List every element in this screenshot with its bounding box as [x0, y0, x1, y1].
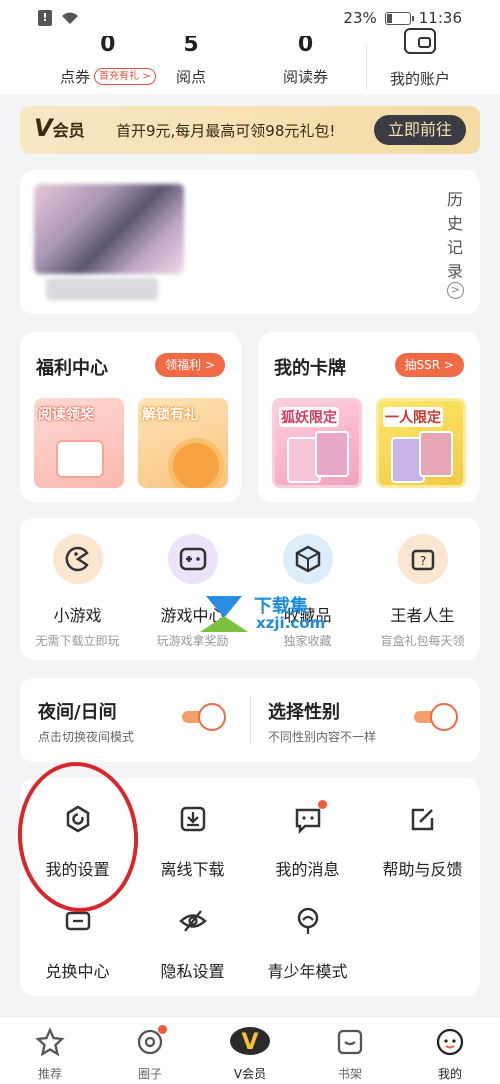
night-mode-toggle[interactable] — [182, 702, 226, 731]
battery-percent: 23% — [343, 9, 377, 27]
vip-banner[interactable]: V会员 首开9元,每月最高可领98元礼包! 立即前往 — [20, 106, 480, 154]
gamepad-icon — [167, 534, 218, 584]
download-icon — [178, 804, 208, 834]
read-points[interactable]: 5 阅点 — [176, 36, 206, 87]
welfare-title: 福利中心 — [36, 358, 108, 379]
eye-off-icon — [178, 906, 208, 936]
mode-toggles-card: 夜间/日间 点击切换夜间模式 选择性别 不同性别内容不一样 — [20, 678, 480, 762]
offline-download-item[interactable]: 离线下载 — [135, 804, 250, 880]
teen-mode-item[interactable]: 青少年模式 — [250, 906, 365, 982]
coupon-label: 点券 — [60, 68, 91, 86]
profile-face-icon — [435, 1027, 465, 1057]
unlock-gift-tile[interactable]: 解锁有礼 — [138, 398, 228, 488]
gender-title: 选择性别 — [268, 702, 340, 723]
my-account[interactable]: 我的账户 — [390, 28, 451, 89]
read-vouchers-label: 阅读券 — [283, 68, 329, 86]
coupon-balance[interactable]: 0 点券 首充有礼 > — [60, 36, 156, 87]
draw-ssr-button[interactable]: 抽SSR > — [394, 353, 464, 377]
read-points-label: 阅点 — [176, 68, 207, 86]
mini-apps-card: 小游戏 无需下载立即玩 游戏中心 玩游戏拿奖励 收藏品 独家收藏 ? 王者人生 … — [20, 518, 480, 660]
coupon-value: 0 — [100, 36, 116, 54]
star-icon — [35, 1027, 65, 1057]
unread-dot — [158, 1025, 167, 1034]
vip-promo-text: 首开9元,每月最高可领98元礼包! — [116, 122, 336, 140]
unread-dot — [317, 800, 327, 809]
nav-recommend[interactable]: 推荐 — [0, 1027, 100, 1082]
night-mode-sub: 点击切换夜间模式 — [38, 730, 135, 744]
gift-box-icon — [56, 440, 104, 478]
king-life-entry[interactable]: ? 王者人生 盲盒礼包每天领 — [365, 534, 480, 649]
sim-icon: ! — [38, 10, 52, 26]
bottom-nav: 推荐 圈子 V V会员 书架 我的 — [0, 1016, 500, 1084]
read-vouchers-value: 0 — [297, 36, 314, 54]
pacman-icon — [52, 534, 103, 584]
fox-limited-tile[interactable]: 狐妖限定 — [272, 398, 362, 488]
divider — [366, 44, 367, 90]
mini-game-entry[interactable]: 小游戏 无需下载立即玩 — [20, 534, 135, 649]
watermark-logo: 下载集 xzji.com — [196, 592, 346, 636]
yiren-limited-tile[interactable]: 一人限定 — [376, 398, 466, 488]
nav-vip[interactable]: V V会员 — [200, 1027, 300, 1082]
nav-mine[interactable]: 我的 — [400, 1027, 500, 1082]
chevron-right-icon[interactable]: > — [447, 282, 464, 299]
vip-logo: V会员 — [34, 114, 85, 142]
nav-circle[interactable]: 圈子 — [100, 1025, 200, 1082]
read-points-value: 5 — [183, 36, 199, 54]
message-icon — [293, 800, 327, 835]
claim-welfare-button[interactable]: 领福利 > — [155, 353, 225, 377]
vip-icon: V — [230, 1027, 270, 1057]
help-feedback-item[interactable]: 帮助与反馈 — [365, 804, 480, 880]
cube-icon — [282, 534, 333, 584]
history-label[interactable]: 历史记录 — [446, 188, 464, 284]
my-messages-item[interactable]: 我的消息 — [250, 800, 365, 880]
svg-text:V: V — [241, 1030, 258, 1055]
reading-reward-tile[interactable]: 阅读领奖 — [34, 398, 124, 488]
circle-icon — [135, 1025, 167, 1057]
my-account-label: 我的账户 — [390, 70, 451, 88]
battery-icon — [384, 11, 414, 25]
cards-title: 我的卡牌 — [274, 358, 346, 379]
card-illustration — [419, 431, 453, 477]
nav-bookshelf[interactable]: 书架 — [300, 1027, 400, 1082]
edit-icon — [408, 804, 438, 834]
bookshelf-icon — [335, 1027, 365, 1057]
book-cover-thumbnail[interactable] — [34, 184, 184, 274]
coin-icon — [168, 438, 224, 488]
vip-go-button[interactable]: 立即前往 — [374, 115, 466, 145]
gender-sub: 不同性别内容不一样 — [268, 730, 377, 744]
first-recharge-badge[interactable]: 首充有礼 > — [94, 68, 156, 85]
night-mode-title: 夜间/日间 — [38, 702, 117, 723]
wallet-icon — [404, 28, 436, 54]
book-title-blurred — [46, 278, 158, 300]
my-cards-card: 我的卡牌 抽SSR > 狐妖限定 一人限定 — [258, 332, 480, 502]
svg-text:?: ? — [419, 554, 425, 568]
welfare-center-card: 福利中心 领福利 > 阅读领奖 解锁有礼 — [20, 332, 241, 502]
clock: 11:36 — [418, 9, 462, 27]
redeem-center-item[interactable]: 兑换中心 — [20, 906, 135, 982]
account-summary: 0 点券 首充有礼 > 5 阅点 0 阅读券 我的账户 — [0, 28, 500, 94]
privacy-settings-item[interactable]: 隐私设置 — [135, 906, 250, 982]
wifi-icon — [62, 12, 78, 24]
download-arrow-icon — [200, 596, 248, 632]
reading-history-card[interactable]: 历史记录 > — [20, 170, 480, 314]
gender-toggle[interactable] — [414, 702, 458, 731]
card-illustration — [315, 431, 349, 477]
divider — [250, 696, 251, 744]
read-vouchers[interactable]: 0 阅读券 — [283, 36, 328, 87]
sprout-icon — [293, 906, 323, 936]
mystery-box-icon: ? — [397, 534, 448, 584]
